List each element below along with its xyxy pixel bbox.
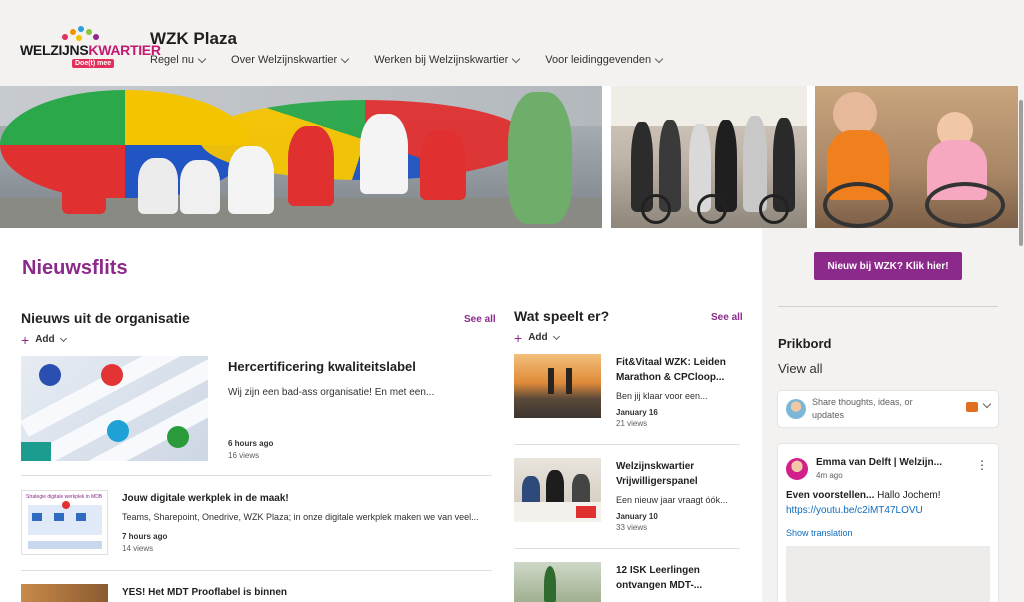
post-time: 4m ago bbox=[816, 471, 843, 480]
event-card-description: Ben jij klaar voor een... bbox=[616, 391, 708, 401]
more-icon[interactable]: ⋮ bbox=[976, 458, 988, 472]
featured-news-thumbnail[interactable] bbox=[21, 356, 208, 461]
event-thumbnail[interactable] bbox=[514, 458, 601, 522]
post-link[interactable]: https://youtu.be/c2iMT47LOVU bbox=[786, 505, 923, 516]
featured-news-views: 16 views bbox=[228, 451, 260, 460]
post-author[interactable]: Emma van Delft | Welzijn... bbox=[816, 457, 942, 468]
event-thumbnail[interactable] bbox=[514, 562, 601, 602]
event-card-views: 33 views bbox=[616, 523, 648, 532]
prikbord-title: Prikbord bbox=[778, 336, 832, 351]
page-scrollbar[interactable] bbox=[1018, 86, 1024, 602]
divider bbox=[21, 475, 492, 476]
chevron-down-icon bbox=[552, 332, 560, 340]
post-media-preview[interactable] bbox=[786, 546, 990, 602]
post-body: Even voorstellen... Hallo Jochem! bbox=[786, 490, 941, 501]
events-see-all-link[interactable]: See all bbox=[711, 312, 743, 323]
chevron-down-icon bbox=[197, 54, 207, 63]
prikbord-post: Emma van Delft | Welzijn... 4m ago ⋮ Eve… bbox=[778, 444, 998, 602]
avatar bbox=[786, 458, 808, 480]
chevron-down-icon[interactable] bbox=[982, 399, 992, 409]
logo-tagline: Doe(t) mee bbox=[72, 59, 115, 68]
prikbord-view-all-link[interactable]: View all bbox=[778, 361, 823, 376]
news-thumbnail[interactable]: Strategie digitale werkplek in MDB bbox=[21, 490, 108, 555]
events-section-title: Wat speelt er? bbox=[514, 308, 610, 324]
comment-icon[interactable] bbox=[966, 402, 978, 412]
nav-item-regel-nu[interactable]: Regel nu bbox=[150, 54, 207, 66]
plus-icon: + bbox=[514, 329, 523, 346]
event-card-title[interactable]: Welzijnskwartier Vrijwilligerspanel bbox=[616, 459, 736, 489]
news-item-time: 7 hours ago bbox=[122, 532, 168, 541]
new-at-wzk-button[interactable]: Nieuw bij WZK? Klik hier! bbox=[814, 252, 962, 280]
news-thumbnail[interactable] bbox=[21, 584, 108, 602]
divider bbox=[21, 570, 492, 571]
banner-photo-wheelchair-kids bbox=[815, 86, 1018, 228]
chevron-down-icon bbox=[654, 54, 664, 63]
chevron-down-icon bbox=[59, 334, 67, 342]
event-thumbnail[interactable] bbox=[514, 354, 601, 418]
divider bbox=[778, 306, 998, 307]
plus-icon: + bbox=[21, 331, 30, 348]
page-heading: Nieuwsflits bbox=[22, 257, 128, 279]
hero-banner bbox=[0, 86, 1018, 228]
main-content: Nieuwsflits Nieuws uit de organisatie Se… bbox=[0, 228, 762, 602]
divider bbox=[514, 548, 740, 549]
chevron-down-icon bbox=[340, 54, 350, 63]
event-card-title[interactable]: 12 ISK Leerlingen ontvangen MDT-... bbox=[616, 563, 736, 593]
news-item-description: Teams, Sharepoint, Onedrive, WZK Plaza; … bbox=[122, 512, 479, 522]
share-thoughts-placeholder: Share thoughts, ideas, or updates bbox=[812, 397, 913, 420]
banner-photo-group-bikes bbox=[611, 86, 807, 228]
nav-item-voor-leidinggevenden[interactable]: Voor leidinggevenden bbox=[545, 54, 664, 66]
banner-photo-parachute-game bbox=[0, 86, 602, 228]
news-item-title[interactable]: YES! Het MDT Prooflabel is binnen bbox=[122, 587, 287, 598]
site-title[interactable]: WZK Plaza bbox=[150, 29, 237, 49]
news-see-all-link[interactable]: See all bbox=[464, 314, 496, 325]
share-thoughts-input[interactable]: Share thoughts, ideas, or updates bbox=[778, 391, 998, 427]
news-section-title: Nieuws uit de organisatie bbox=[21, 310, 190, 326]
featured-news-description: Wij zijn een bad-ass organisatie! En met… bbox=[228, 387, 435, 398]
logo-wordmark: WELZIJNSKWARTIER bbox=[20, 42, 161, 58]
news-add-button[interactable]: + Add bbox=[21, 331, 67, 348]
event-card-description: Een nieuw jaar vraagt óók... bbox=[616, 495, 728, 505]
events-add-button[interactable]: + Add bbox=[514, 329, 560, 346]
logo-dots bbox=[60, 26, 100, 42]
avatar bbox=[786, 399, 806, 419]
site-header: WELZIJNSKWARTIER Doe(t) mee WZK Plaza Re… bbox=[0, 0, 1024, 86]
scrollbar-thumb[interactable] bbox=[1019, 100, 1023, 246]
news-item-views: 14 views bbox=[122, 544, 154, 553]
divider bbox=[514, 444, 740, 445]
news-item-title[interactable]: Jouw digitale werkplek in de maak! bbox=[122, 493, 289, 504]
site-logo[interactable]: WELZIJNSKWARTIER Doe(t) mee bbox=[20, 26, 161, 72]
event-card-title[interactable]: Fit&Vitaal WZK: Leiden Marathon & CPCloo… bbox=[616, 355, 736, 385]
featured-news-title[interactable]: Hercertificering kwaliteitslabel bbox=[228, 359, 416, 374]
top-navigation: Regel nu Over Welzijnskwartier Werken bi… bbox=[150, 54, 664, 66]
nav-item-werken-bij[interactable]: Werken bij Welzijnskwartier bbox=[374, 54, 521, 66]
featured-news-time: 6 hours ago bbox=[228, 439, 274, 448]
event-card-views: 21 views bbox=[616, 419, 648, 428]
right-sidebar: Nieuw bij WZK? Klik hier! Prikbord View … bbox=[762, 228, 1018, 602]
show-translation-link[interactable]: Show translation bbox=[786, 528, 853, 538]
chevron-down-icon bbox=[512, 54, 521, 63]
event-card-date: January 10 bbox=[616, 512, 658, 521]
nav-item-over-welzijnskwartier[interactable]: Over Welzijnskwartier bbox=[231, 54, 350, 66]
event-card-date: January 16 bbox=[616, 408, 658, 417]
